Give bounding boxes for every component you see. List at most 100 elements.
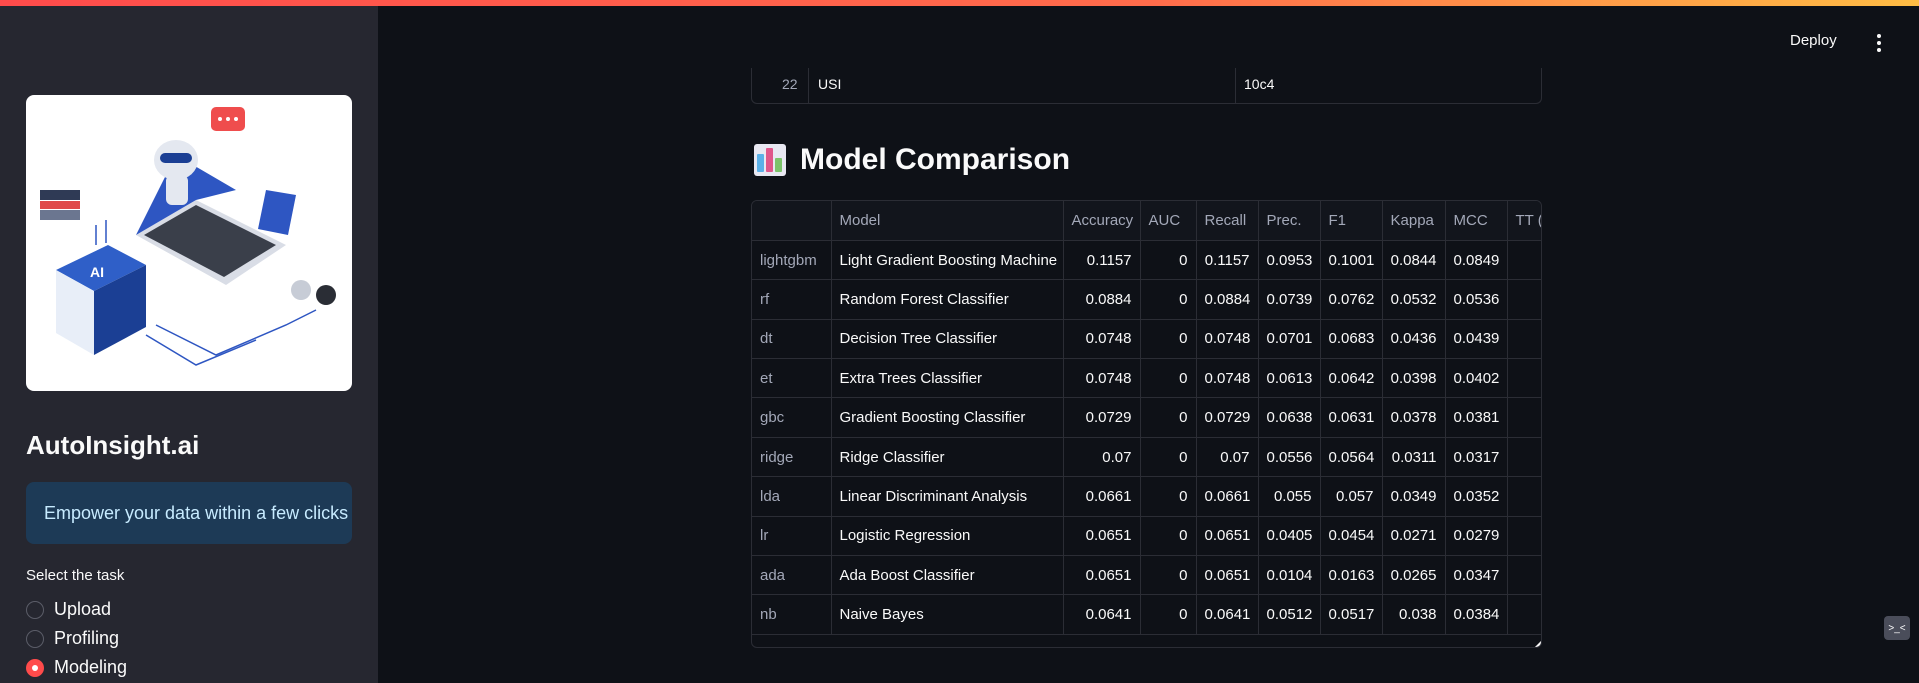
table-cell-kappa[interactable]: 0.0532 — [1382, 279, 1446, 320]
table-cell-id[interactable]: lr — [752, 516, 832, 557]
table-cell-model[interactable]: Naive Bayes — [831, 594, 1064, 635]
table-cell-tt[interactable] — [1507, 516, 1541, 557]
table-cell-mcc[interactable]: 0.0352 — [1445, 476, 1508, 517]
model-comparison-table[interactable]: Model Accuracy AUC Recall Prec. F1 Kappa… — [751, 200, 1542, 648]
column-header-recall[interactable]: Recall — [1196, 201, 1259, 241]
table-cell-auc[interactable]: 0 — [1140, 358, 1197, 399]
column-header-prec[interactable]: Prec. — [1258, 201, 1321, 241]
table-cell-kappa[interactable]: 0.0436 — [1382, 319, 1446, 360]
table-cell-mcc[interactable]: 0.0381 — [1445, 397, 1508, 438]
column-header-accuracy[interactable]: Accuracy — [1063, 201, 1141, 241]
table-cell-id[interactable]: lda — [752, 476, 832, 517]
table-cell-kappa[interactable]: 0.0271 — [1382, 516, 1446, 557]
radio-upload[interactable]: Upload — [26, 599, 111, 620]
table-cell-recall[interactable]: 0.07 — [1196, 437, 1259, 478]
table-cell-tt[interactable]: 0 — [1507, 555, 1541, 596]
table-cell-tt[interactable]: 0 — [1507, 279, 1541, 320]
table-cell-mcc[interactable]: 0.0439 — [1445, 319, 1508, 360]
table-row[interactable]: et Extra Trees Classifier 0.0748 0 0.0748 0.0… — [752, 358, 1541, 399]
table-cell-f1[interactable]: 0.0163 — [1320, 555, 1383, 596]
table-cell-f1[interactable]: 0.0642 — [1320, 358, 1383, 399]
table-cell-kappa[interactable]: 0.0844 — [1382, 240, 1446, 281]
table-cell-id[interactable]: et — [752, 358, 832, 399]
table-cell-model[interactable]: Decision Tree Classifier — [831, 319, 1064, 360]
table-row[interactable]: dt Decision Tree Classifier 0.0748 0 0.0748 0… — [752, 319, 1541, 360]
table-cell-auc[interactable]: 0 — [1140, 319, 1197, 360]
table-cell-f1[interactable]: 0.0517 — [1320, 594, 1383, 635]
radio-profiling[interactable]: Profiling — [26, 628, 119, 649]
table-cell-kappa[interactable]: 0.0398 — [1382, 358, 1446, 399]
column-header-mcc[interactable]: MCC — [1445, 201, 1508, 241]
table-cell-model[interactable]: Ridge Classifier — [831, 437, 1064, 478]
table-cell-prec[interactable]: 0.0556 — [1258, 437, 1321, 478]
table-cell-accuracy[interactable]: 0.0661 — [1063, 476, 1141, 517]
table-row[interactable]: gbc Gradient Boosting Classifier 0.0729 0 0.… — [752, 397, 1541, 438]
table-cell-accuracy[interactable]: 0.07 — [1063, 437, 1141, 478]
table-cell-mcc[interactable]: 0.0384 — [1445, 594, 1508, 635]
table-cell-tt[interactable]: 7 — [1507, 240, 1541, 281]
table-cell-model[interactable]: Logistic Regression — [831, 516, 1064, 557]
table-cell-kappa[interactable]: 0.038 — [1382, 594, 1446, 635]
column-header[interactable] — [752, 201, 832, 241]
table-cell-model[interactable]: Linear Discriminant Analysis — [831, 476, 1064, 517]
table-cell-model[interactable]: Light Gradient Boosting Machine — [831, 240, 1064, 281]
table-cell-model[interactable]: Extra Trees Classifier — [831, 358, 1064, 399]
table-row[interactable]: lda Linear Discriminant Analysis 0.0661 0 0.… — [752, 476, 1541, 517]
table-cell-prec[interactable]: 0.0104 — [1258, 555, 1321, 596]
table-cell-accuracy[interactable]: 0.0884 — [1063, 279, 1141, 320]
table-cell-id[interactable]: dt — [752, 319, 832, 360]
table-cell-auc[interactable]: 0 — [1140, 437, 1197, 478]
table-cell-id[interactable]: nb — [752, 594, 832, 635]
resize-handle-icon[interactable] — [1535, 641, 1541, 647]
table-cell-f1[interactable]: 0.0631 — [1320, 397, 1383, 438]
table-cell-recall[interactable]: 0.0661 — [1196, 476, 1259, 517]
table-cell-accuracy[interactable]: 0.0748 — [1063, 319, 1141, 360]
table-cell-auc[interactable]: 0 — [1140, 240, 1197, 281]
table-cell-kappa[interactable]: 0.0311 — [1382, 437, 1446, 478]
table-row[interactable]: ada Ada Boost Classifier 0.0651 0 0.0651 0.01… — [752, 555, 1541, 596]
column-header-model[interactable]: Model — [831, 201, 1064, 241]
table-cell-tt[interactable]: 0 — [1507, 476, 1541, 517]
table-cell-accuracy[interactable]: 0.0748 — [1063, 358, 1141, 399]
table-cell-model[interactable]: Random Forest Classifier — [831, 279, 1064, 320]
table-cell-recall[interactable]: 0.0884 — [1196, 279, 1259, 320]
table-cell-mcc[interactable]: 0.0402 — [1445, 358, 1508, 399]
table-cell-f1[interactable]: 0.0454 — [1320, 516, 1383, 557]
table-cell-recall[interactable]: 0.0651 — [1196, 516, 1259, 557]
table-cell-f1[interactable]: 0.0564 — [1320, 437, 1383, 478]
table-cell-prec[interactable]: 0.0512 — [1258, 594, 1321, 635]
table-cell-accuracy[interactable]: 0.1157 — [1063, 240, 1141, 281]
column-header-f1[interactable]: F1 — [1320, 201, 1383, 241]
table-row[interactable]: ridge Ridge Classifier 0.07 0 0.07 0.0556 0.05… — [752, 437, 1541, 478]
chat-widget-icon[interactable]: >_< — [1884, 616, 1910, 640]
table-cell-accuracy[interactable]: 0.0651 — [1063, 555, 1141, 596]
table-cell-f1[interactable]: 0.0683 — [1320, 319, 1383, 360]
table-cell-prec[interactable]: 0.0739 — [1258, 279, 1321, 320]
deploy-button[interactable]: Deploy — [1790, 32, 1837, 49]
table-row[interactable]: rf Random Forest Classifier 0.0884 0 0.0884 0… — [752, 279, 1541, 320]
table-cell-auc[interactable]: 0 — [1140, 594, 1197, 635]
table-cell-prec[interactable]: 0.0953 — [1258, 240, 1321, 281]
table-cell-auc[interactable]: 0 — [1140, 476, 1197, 517]
table-cell-id[interactable]: lightgbm — [752, 240, 832, 281]
table-cell-id[interactable]: gbc — [752, 397, 832, 438]
table-cell-recall[interactable]: 0.0748 — [1196, 319, 1259, 360]
table-cell-prec[interactable]: 0.0701 — [1258, 319, 1321, 360]
table-cell-mcc[interactable]: 0.0849 — [1445, 240, 1508, 281]
table-cell-model[interactable]: Gradient Boosting Classifier — [831, 397, 1064, 438]
table-cell-accuracy[interactable]: 0.0641 — [1063, 594, 1141, 635]
table-cell-model[interactable]: Ada Boost Classifier — [831, 555, 1064, 596]
table-cell-tt[interactable]: 0 — [1507, 358, 1541, 399]
table-cell-id[interactable]: ridge — [752, 437, 832, 478]
table-cell-mcc[interactable]: 0.0279 — [1445, 516, 1508, 557]
column-header-auc[interactable]: AUC — [1140, 201, 1197, 241]
table-row[interactable]: lr Logistic Regression 0.0651 0 0.0651 0.0405… — [752, 516, 1541, 557]
table-cell-auc[interactable]: 0 — [1140, 516, 1197, 557]
table-cell-prec[interactable]: 0.0613 — [1258, 358, 1321, 399]
table-cell-tt[interactable]: 0 — [1507, 594, 1541, 635]
table-cell-accuracy[interactable]: 0.0729 — [1063, 397, 1141, 438]
table-cell-tt[interactable]: 1 — [1507, 397, 1541, 438]
table-row[interactable]: nb Naive Bayes 0.0641 0 0.0641 0.0512 0.0517 0.… — [752, 594, 1541, 635]
table-row[interactable]: lightgbm Light Gradient Boosting Machine 0… — [752, 240, 1541, 281]
table-cell-id[interactable]: ada — [752, 555, 832, 596]
